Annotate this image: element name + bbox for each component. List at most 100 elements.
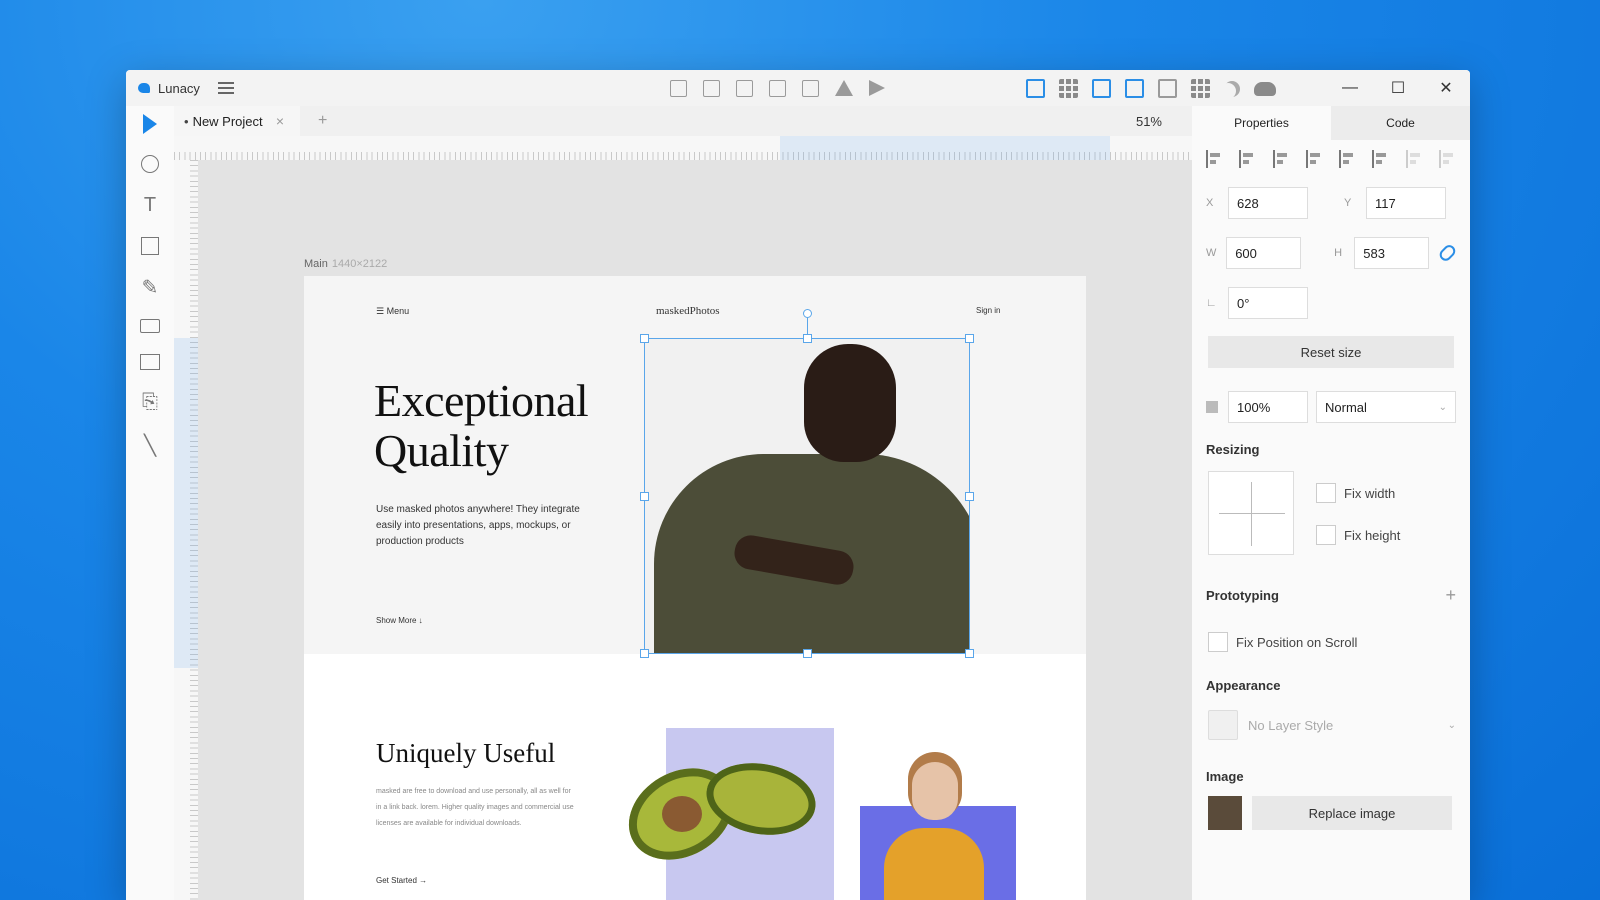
- hero-title-line-2: Quality: [374, 425, 509, 476]
- pixel-snap-icon[interactable]: [1125, 79, 1144, 98]
- resize-handle-s[interactable]: [803, 649, 812, 658]
- rotation-handle[interactable]: [803, 309, 812, 318]
- rectangle-tool-icon[interactable]: [141, 237, 159, 255]
- fix-height-option[interactable]: Fix height: [1316, 525, 1400, 545]
- slice-tool-icon[interactable]: ⎘: [139, 391, 161, 413]
- add-tab-button[interactable]: +: [318, 112, 327, 130]
- zoom-level[interactable]: 51%: [1136, 114, 1162, 129]
- maximize-button[interactable]: ☐: [1374, 70, 1422, 106]
- layout-icon[interactable]: [1026, 79, 1045, 98]
- replace-image-button[interactable]: Replace image: [1252, 796, 1452, 830]
- image-title: Image: [1206, 769, 1244, 784]
- resize-handle-w[interactable]: [640, 492, 649, 501]
- tab-label: New Project: [192, 113, 263, 129]
- fix-height-checkbox[interactable]: [1316, 525, 1336, 545]
- text-tool-icon[interactable]: T: [139, 194, 161, 216]
- layer-style-icon: [1208, 710, 1238, 740]
- hero-description[interactable]: Use masked photos anywhere! They integra…: [376, 502, 588, 550]
- tab-properties[interactable]: Properties: [1192, 106, 1331, 140]
- hero-sign-in[interactable]: Sign in: [976, 306, 1000, 315]
- snap-icon[interactable]: [1092, 79, 1111, 98]
- x-input[interactable]: 628: [1228, 187, 1308, 219]
- align-middle-icon[interactable]: [1339, 150, 1356, 168]
- resize-handle-nw[interactable]: [640, 334, 649, 343]
- cloud-icon[interactable]: [1254, 81, 1276, 96]
- section-title[interactable]: Uniquely Useful: [376, 738, 555, 769]
- y-input[interactable]: 117: [1366, 187, 1446, 219]
- left-toolbar: T ✎ ⎘ ╲: [126, 106, 174, 900]
- frame-dimensions: 1440×2122: [331, 258, 388, 270]
- alignment-row: [1192, 140, 1470, 178]
- distribute-vertical-icon[interactable]: [1405, 150, 1423, 168]
- artboard-main[interactable]: ☰ Menu maskedPhotos Sign in Exceptional …: [304, 276, 1086, 900]
- grid-icon[interactable]: [1059, 79, 1078, 98]
- flip-icon[interactable]: [835, 80, 853, 96]
- reset-size-button[interactable]: Reset size: [1208, 336, 1454, 368]
- design-canvas[interactable]: Main 1440×2122 ☰ Menu maskedPhotos Sign i…: [198, 160, 1192, 900]
- resize-handle-ne[interactable]: [965, 334, 974, 343]
- tab-new-project[interactable]: • New Project ×: [174, 106, 300, 136]
- window-controls: — ☐ ✕: [1326, 70, 1470, 106]
- section-get-started[interactable]: Get Started →: [376, 876, 427, 885]
- align-center-icon[interactable]: [1239, 150, 1256, 168]
- line-tool-icon[interactable]: ╲: [139, 434, 161, 457]
- hero-section[interactable]: ☰ Menu maskedPhotos Sign in Exceptional …: [304, 276, 1086, 658]
- add-interaction-icon[interactable]: +: [1445, 585, 1456, 606]
- mask-icon[interactable]: [736, 80, 753, 97]
- hero-logo[interactable]: maskedPhotos: [656, 305, 720, 317]
- fix-width-option[interactable]: Fix width: [1316, 483, 1400, 503]
- fix-position-checkbox[interactable]: [1208, 632, 1228, 652]
- resizing-constraints-widget[interactable]: [1208, 471, 1294, 555]
- close-window-button[interactable]: ✕: [1422, 70, 1470, 106]
- width-input[interactable]: 600: [1226, 237, 1302, 269]
- selection-box[interactable]: [640, 309, 974, 658]
- rotation-input[interactable]: 0°: [1228, 287, 1308, 319]
- rotate-icon[interactable]: [769, 80, 786, 97]
- hero-menu-link[interactable]: ☰ Menu: [376, 306, 409, 317]
- layer-style-value: No Layer Style: [1248, 717, 1334, 733]
- align-right-icon[interactable]: [1272, 150, 1290, 168]
- lock-ratio-link-icon[interactable]: [1437, 242, 1458, 264]
- dark-mode-icon[interactable]: [1224, 81, 1240, 97]
- height-input[interactable]: 583: [1354, 237, 1430, 269]
- image-tool-icon[interactable]: [140, 354, 160, 370]
- hero-show-more[interactable]: Show More ↓: [376, 616, 423, 625]
- tab-code[interactable]: Code: [1331, 106, 1470, 140]
- fix-width-checkbox[interactable]: [1316, 483, 1336, 503]
- top-toolbar: [670, 80, 885, 97]
- pixel-grid-icon[interactable]: [1191, 79, 1210, 98]
- image-row: Replace image: [1192, 796, 1470, 830]
- select-tool-icon[interactable]: [143, 114, 157, 134]
- table-icon[interactable]: [703, 80, 720, 97]
- align-bottom-icon[interactable]: [1372, 150, 1389, 168]
- distribute-horizontal-icon[interactable]: [1438, 150, 1456, 168]
- align-left-icon[interactable]: [1206, 150, 1223, 168]
- h-label: H: [1334, 247, 1343, 259]
- align-top-icon[interactable]: [1305, 150, 1323, 168]
- section-description[interactable]: masked are free to download and use pers…: [376, 784, 576, 832]
- resize-handle-n[interactable]: [803, 334, 812, 343]
- title-bar: Lunacy — ☐ ✕: [126, 70, 1470, 106]
- resizing-section: Fix width Fix height: [1192, 457, 1470, 555]
- resize-icon[interactable]: [802, 80, 819, 97]
- export-icon[interactable]: [869, 80, 885, 96]
- properties-panel: Properties Code X 628 Y 117 W 600 H 583: [1192, 106, 1470, 900]
- close-tab-icon[interactable]: ×: [276, 113, 284, 129]
- fix-position-option[interactable]: Fix Position on Scroll: [1192, 632, 1470, 652]
- resize-handle-sw[interactable]: [640, 649, 649, 658]
- pen-tool-icon[interactable]: ✎: [139, 276, 161, 299]
- resize-handle-e[interactable]: [965, 492, 974, 501]
- resize-handle-se[interactable]: [965, 649, 974, 658]
- layer-style-select[interactable]: No Layer Style ⌄: [1208, 707, 1456, 743]
- frame-label[interactable]: Main 1440×2122: [304, 258, 387, 270]
- video-tool-icon[interactable]: [140, 319, 160, 333]
- blend-mode-select[interactable]: Normal ⌄: [1316, 391, 1456, 423]
- opacity-input[interactable]: 100%: [1228, 391, 1308, 423]
- crop-icon[interactable]: [670, 80, 687, 97]
- zoom-tool-icon[interactable]: [141, 155, 159, 173]
- gradient-icon[interactable]: [1158, 79, 1177, 98]
- minimize-button[interactable]: —: [1326, 70, 1374, 106]
- hero-title[interactable]: Exceptional Quality: [374, 376, 589, 476]
- hamburger-menu-icon[interactable]: [217, 82, 234, 94]
- fix-width-label: Fix width: [1344, 485, 1396, 501]
